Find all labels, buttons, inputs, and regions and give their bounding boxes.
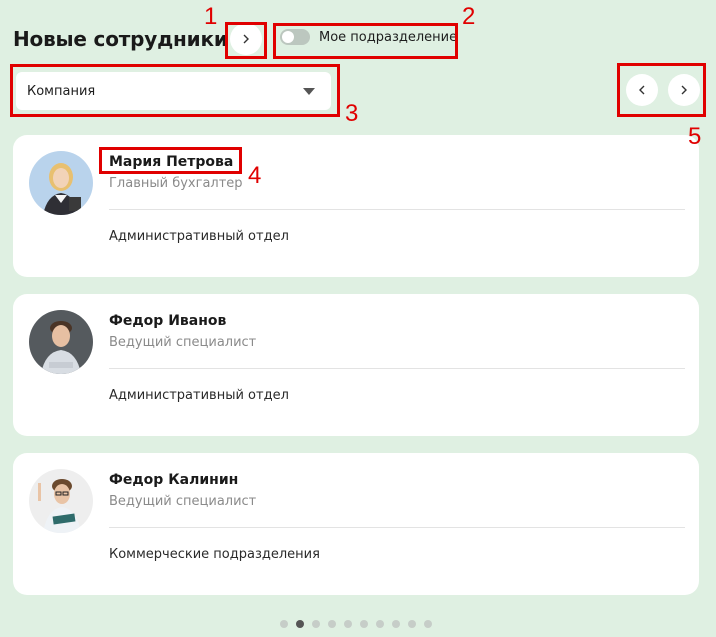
employee-card[interactable]: Федор Иванов Ведущий специалист Админист… (13, 294, 699, 436)
annotation-number-2: 2 (462, 3, 476, 30)
avatar (29, 469, 93, 533)
pagination-dot-active[interactable] (296, 620, 304, 628)
employee-department: Коммерческие подразделения (109, 547, 320, 562)
pagination-dot[interactable] (344, 620, 352, 628)
pagination-dot[interactable] (424, 620, 432, 628)
annotation-number-5: 5 (688, 123, 702, 150)
employee-name[interactable]: Федор Иванов (109, 313, 226, 329)
employee-name[interactable]: Федор Калинин (109, 472, 238, 488)
pagination-dot[interactable] (280, 620, 288, 628)
annotation-number-1: 1 (204, 3, 218, 30)
pagination-dot[interactable] (360, 620, 368, 628)
avatar (29, 151, 93, 215)
annotation-number-3: 3 (345, 100, 359, 127)
annotation-box-2 (273, 23, 458, 59)
pagination-dot[interactable] (376, 620, 384, 628)
employee-card[interactable]: Федор Калинин Ведущий специалист Коммерч… (13, 453, 699, 595)
pagination-dot[interactable] (328, 620, 336, 628)
annotation-box-5 (617, 63, 706, 117)
annotation-box-3 (10, 64, 340, 117)
annotation-number-4: 4 (248, 162, 262, 189)
employee-department: Административный отдел (109, 229, 289, 244)
pagination-dot[interactable] (408, 620, 416, 628)
divider (109, 209, 685, 210)
divider (109, 368, 685, 369)
pagination-dot[interactable] (392, 620, 400, 628)
divider (109, 527, 685, 528)
annotation-box-1 (225, 22, 267, 59)
avatar (29, 310, 93, 374)
pagination-dot[interactable] (312, 620, 320, 628)
pagination-dots (280, 620, 432, 628)
annotation-box-4 (99, 147, 242, 174)
employee-role: Главный бухгалтер (109, 176, 243, 191)
employee-role: Ведущий специалист (109, 494, 257, 509)
employee-role: Ведущий специалист (109, 335, 257, 350)
employee-department: Административный отдел (109, 388, 289, 403)
page-title: Новые сотрудники (13, 27, 228, 51)
